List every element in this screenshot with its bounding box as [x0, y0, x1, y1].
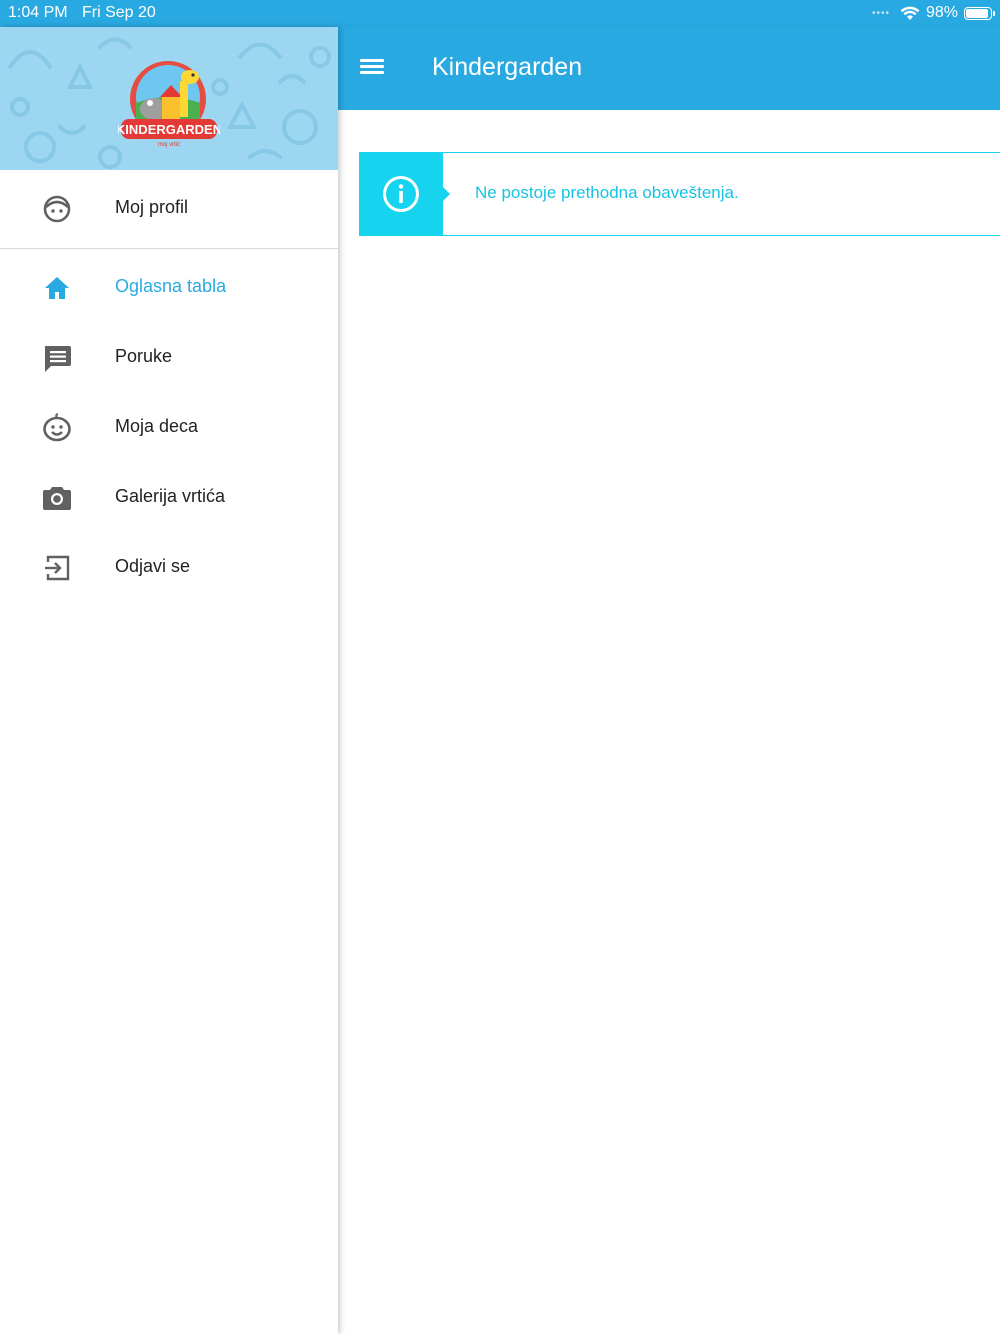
drawer-item-moja-deca[interactable]: Moja deca — [0, 391, 338, 461]
logo-text: KINDERGARDEN — [118, 122, 220, 137]
camera-icon — [43, 487, 71, 510]
battery-fill — [966, 8, 988, 18]
cellular-dots-icon: •••• — [871, 7, 890, 19]
drawer-item-label: Oglasna tabla — [115, 276, 227, 296]
drawer-item-label: Odjavi se — [115, 556, 191, 576]
status-right: •••• 98% — [871, 4, 995, 22]
drawer-header: KINDERGARDEN moj vrtić — [0, 27, 338, 170]
drawer-item-galerija[interactable]: Galerija vrtića — [0, 461, 338, 531]
notice-icon-box — [358, 151, 450, 236]
navigation-drawer: KINDERGARDEN moj vrtić Moj profil Oglasn… — [0, 27, 338, 1334]
drawer-item-label: Galerija vrtića — [115, 486, 226, 506]
status-date: Fri Sep 20 — [82, 4, 156, 21]
menu-icon[interactable] — [360, 55, 390, 83]
status-bar: 1:04 PM Fri Sep 20 •••• 98% — [0, 0, 1000, 27]
main-content: Ne postoje prethodna obaveštenja. — [338, 110, 1000, 1334]
child-face-icon — [43, 413, 71, 442]
wifi-icon — [900, 6, 920, 20]
drawer-item-label: Poruke — [115, 346, 173, 366]
drawer-item-profile[interactable]: Moj profil — [0, 172, 338, 242]
battery-icon — [964, 6, 995, 20]
kindergarden-logo: KINDERGARDEN moj vrtić — [118, 61, 220, 148]
info-icon — [382, 175, 419, 212]
logout-icon — [45, 555, 70, 581]
drawer-item-label: Moja deca — [115, 416, 199, 436]
drawer-divider — [0, 248, 338, 249]
notice-text: Ne postoje prethodna obaveštenja. — [475, 183, 739, 202]
drawer-item-odjavi-se[interactable]: Odjavi se — [0, 531, 338, 601]
notice-banner: Ne postoje prethodna obaveštenja. — [358, 151, 1000, 236]
drawer-item-oglasna-tabla[interactable]: Oglasna tabla — [0, 251, 338, 321]
app-bar: Kindergarden — [338, 27, 1000, 110]
drawer-item-poruke[interactable]: Poruke — [0, 321, 338, 391]
status-time: 1:04 PM — [8, 4, 68, 21]
page-title: Kindergarden — [432, 53, 583, 81]
logo-subtext: moj vrtić — [158, 142, 180, 148]
face-icon — [43, 195, 71, 223]
battery-percent: 98% — [925, 4, 958, 21]
home-icon — [45, 277, 69, 299]
message-icon — [45, 346, 71, 372]
drawer-item-label: Moj profil — [115, 197, 189, 217]
